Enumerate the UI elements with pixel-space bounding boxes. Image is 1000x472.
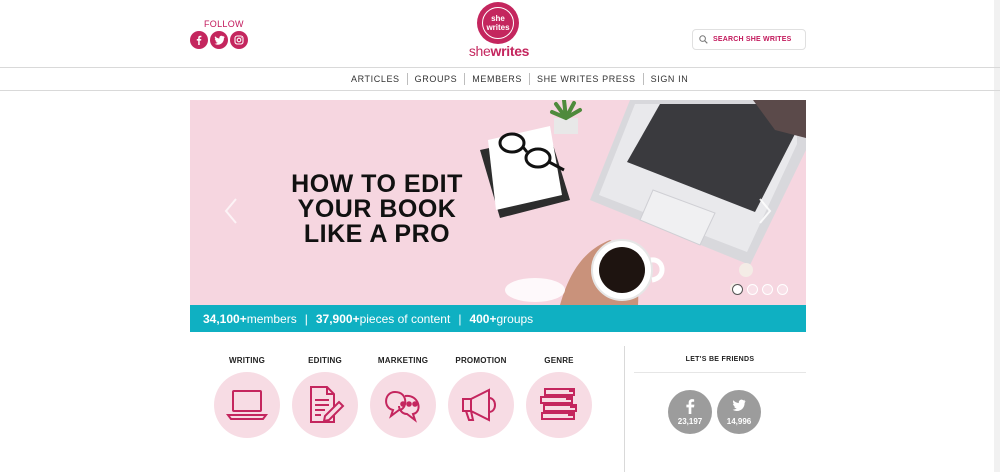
twitter-icon xyxy=(214,35,224,45)
logo-wordmark: shewrites xyxy=(463,43,535,59)
category-label: GENRE xyxy=(544,356,574,365)
category-label: WRITING xyxy=(228,356,266,365)
main-nav: ARTICLES GROUPS MEMBERS SHE WRITES PRESS… xyxy=(0,67,1000,91)
category-label: EDITING xyxy=(308,356,342,365)
column-divider xyxy=(624,346,625,472)
site-logo[interactable]: she writes shewrites xyxy=(463,2,535,60)
facebook-follow-badge[interactable]: 23,197 xyxy=(668,390,712,434)
twitter-icon xyxy=(732,399,746,411)
nav-articles[interactable]: ARTICLES xyxy=(344,73,407,85)
slider-dot[interactable] xyxy=(762,284,773,295)
nav-groups[interactable]: GROUPS xyxy=(406,73,465,85)
document-edit-icon xyxy=(310,386,345,423)
hero-title-line1: HOW TO EDIT xyxy=(291,170,463,198)
category-genre[interactable]: GENRE xyxy=(525,356,593,438)
speech-bubbles-icon xyxy=(385,390,420,423)
nav-she-writes-press[interactable]: SHE WRITES PRESS xyxy=(528,73,643,85)
twitter-follower-count: 14,996 xyxy=(726,417,752,426)
search-box[interactable] xyxy=(692,29,806,50)
twitter-link[interactable] xyxy=(210,31,228,49)
slider-dot[interactable] xyxy=(777,284,788,295)
friends-divider xyxy=(634,372,806,373)
groups-label: groups xyxy=(496,311,534,326)
search-input[interactable] xyxy=(713,36,803,43)
stats-separator: | xyxy=(304,311,308,326)
laptop-icon xyxy=(226,390,268,420)
hero-title: HOW TO EDIT YOUR BOOK LIKE A PRO xyxy=(267,172,487,247)
category-marketing[interactable]: MARKETING xyxy=(369,356,437,438)
search-icon xyxy=(699,35,708,44)
slider-next-arrow-icon[interactable] xyxy=(758,197,772,225)
nav-sign-in[interactable]: SIGN IN xyxy=(642,73,696,85)
category-label: PROMOTION xyxy=(455,356,507,365)
category-writing[interactable]: WRITING xyxy=(213,356,281,438)
slider-prev-arrow-icon[interactable] xyxy=(224,197,238,225)
category-editing[interactable]: EDITING xyxy=(291,356,359,438)
category-label: MARKETING xyxy=(377,356,429,365)
hero-title-line3: LIKE A PRO xyxy=(303,220,451,248)
friends-title: LET'S BE FRIENDS xyxy=(685,356,755,363)
category-promotion[interactable]: PROMOTION xyxy=(447,356,515,438)
nav-members[interactable]: MEMBERS xyxy=(464,73,529,85)
megaphone-icon xyxy=(462,388,496,422)
books-stack-icon xyxy=(540,388,577,420)
groups-count: 400+ xyxy=(469,311,497,326)
page: FOLLOW she writes shewrites ARTICLES GRO… xyxy=(0,0,1000,472)
slider-dots xyxy=(732,284,788,295)
slider-dot[interactable] xyxy=(732,284,743,295)
slider-dot[interactable] xyxy=(747,284,758,295)
logo-word-writes: writes xyxy=(490,43,530,59)
logo-word-she: she xyxy=(468,43,491,59)
content-label: pieces of content xyxy=(359,311,451,326)
facebook-icon xyxy=(686,399,695,414)
community-stats-bar: 34,100+ members | 37,900+ pieces of cont… xyxy=(190,305,806,332)
facebook-follower-count: 23,197 xyxy=(677,417,703,426)
hero-title-line2: YOUR BOOK xyxy=(297,195,457,223)
members-count: 34,100+ xyxy=(203,311,247,326)
members-label: members xyxy=(246,311,297,326)
twitter-follow-badge[interactable]: 14,996 xyxy=(717,390,761,434)
facebook-link[interactable] xyxy=(190,31,208,49)
facebook-icon xyxy=(196,35,202,45)
content-count: 37,900+ xyxy=(315,311,360,326)
hero-slider[interactable]: HOW TO EDIT YOUR BOOK LIKE A PRO xyxy=(190,100,806,305)
logo-badge: she writes xyxy=(477,2,519,44)
stats-separator: | xyxy=(458,311,462,326)
follow-label: FOLLOW xyxy=(204,19,244,29)
instagram-link[interactable] xyxy=(230,31,248,49)
logo-badge-line2: writes xyxy=(486,23,510,32)
instagram-icon xyxy=(234,35,244,45)
logo-badge-line1: she xyxy=(491,14,505,23)
